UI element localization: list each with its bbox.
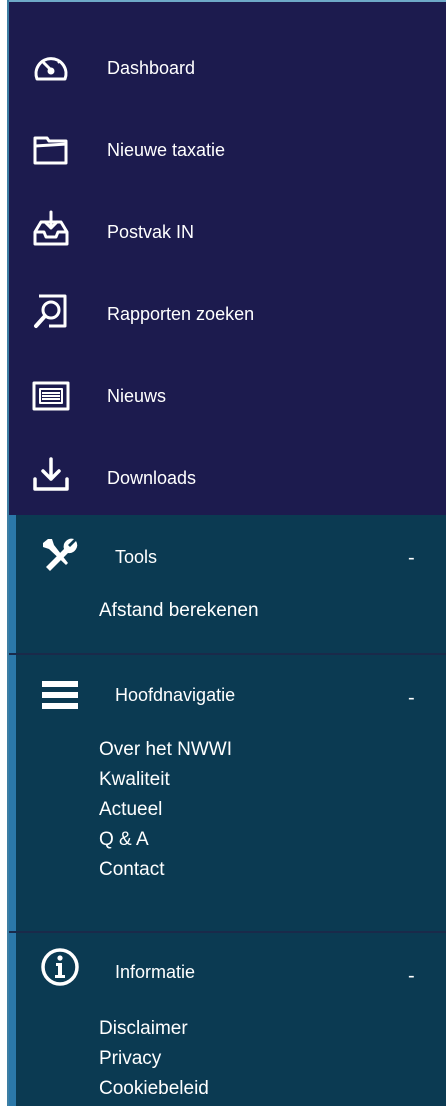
inbox-icon [31,210,71,250]
link-kwaliteit[interactable]: Kwaliteit [99,765,232,795]
nav-item-postvak-in[interactable]: Postvak IN [7,192,446,274]
link-privacy[interactable]: Privacy [99,1044,209,1074]
info-icon [40,947,80,987]
link-cookiebeleid[interactable]: Cookiebeleid [99,1074,209,1104]
section-informatie: Informatie - Disclaimer Privacy Cookiebe… [7,933,446,1106]
link-over-het-nwwi[interactable]: Over het NWWI [99,735,232,765]
download-icon [31,455,71,495]
section-title-hoofdnavigatie: Hoofdnavigatie [115,685,236,705]
nav-label-nieuwe-taxatie: Nieuwe taxatie [107,140,226,160]
collapse-toggle-informatie[interactable]: - [408,964,415,988]
collapse-toggle-hoofdnavigatie[interactable]: - [408,686,415,710]
menu-icon [40,675,80,715]
dashboard-gauge-icon [31,49,71,89]
nav-item-downloads[interactable]: Downloads [7,438,446,520]
section-title-tools: Tools [115,547,158,567]
tools-icon [40,535,80,575]
nav-label-rapporten-zoeken: Rapporten zoeken [107,304,255,324]
sidebar: Dashboard Nieuwe taxatie Postvak IN Rapp… [7,0,446,1106]
section-hoofdnavigatie: Hoofdnavigatie - Over het NWWI Kwaliteit… [7,655,446,933]
folder-icon [31,130,71,170]
link-contact[interactable]: Contact [99,855,232,885]
link-disclaimer[interactable]: Disclaimer [99,1014,209,1044]
link-actueel[interactable]: Actueel [99,795,232,825]
section-accent [7,655,16,931]
section-tools: Tools - Afstand berekenen [7,515,446,655]
nav-item-nieuws[interactable]: Nieuws [7,356,446,438]
link-afstand-berekenen[interactable]: Afstand berekenen [99,596,259,626]
nav-label-nieuws: Nieuws [107,386,167,406]
newspaper-icon [31,376,71,416]
search-document-icon [31,293,71,333]
nav-item-dashboard[interactable]: Dashboard [7,28,446,110]
section-accent [7,515,16,653]
informatie-links: Disclaimer Privacy Cookiebeleid [99,1014,209,1104]
nav-item-nieuwe-taxatie[interactable]: Nieuwe taxatie [7,110,446,192]
section-accent [7,933,16,1106]
link-q-and-a[interactable]: Q & A [99,825,232,855]
nav-label-dashboard: Dashboard [107,58,196,78]
nav-item-rapporten-zoeken[interactable]: Rapporten zoeken [7,274,446,356]
hoofdnavigatie-links: Over het NWWI Kwaliteit Actueel Q & A Co… [99,735,232,885]
main-nav: Dashboard Nieuwe taxatie Postvak IN Rapp… [7,2,446,515]
section-title-informatie: Informatie [115,962,196,982]
nav-label-downloads: Downloads [107,468,197,488]
collapse-toggle-tools[interactable]: - [408,546,415,570]
nav-label-postvak-in: Postvak IN [107,222,195,242]
tools-links: Afstand berekenen [99,596,259,626]
